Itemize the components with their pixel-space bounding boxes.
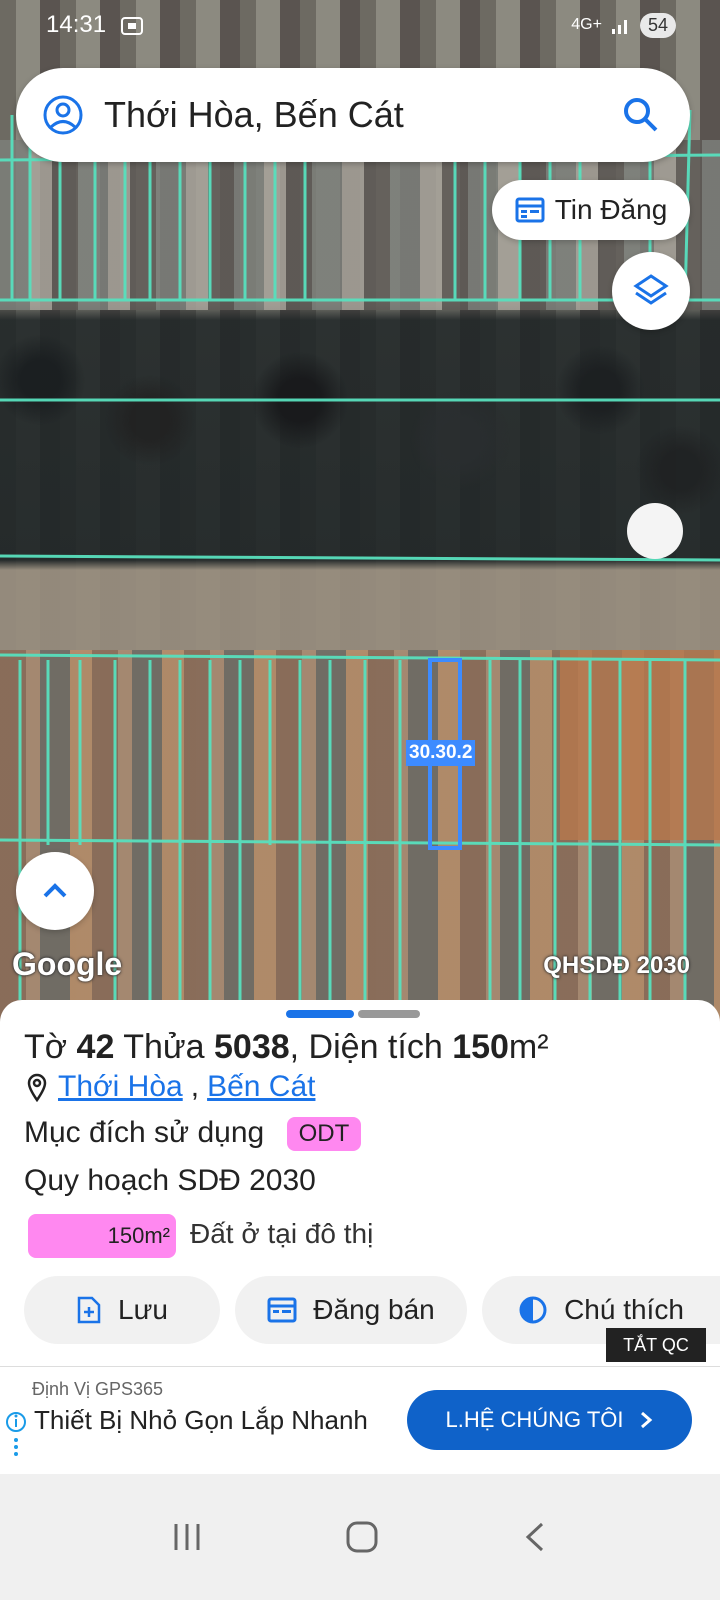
recent-apps-icon[interactable] xyxy=(170,1520,204,1554)
area-value: 150 xyxy=(452,1028,509,1066)
layers-icon xyxy=(633,274,669,305)
location-district-link[interactable]: Bến Cát xyxy=(207,1070,315,1104)
to-value: 42 xyxy=(76,1028,115,1066)
ad-banner[interactable]: Định Vị GPS365 Thiết Bị Nhỏ Gọn Lắp Nhan… xyxy=(0,1366,720,1475)
layers-button[interactable] xyxy=(612,252,690,330)
system-nav-bar xyxy=(0,1474,720,1600)
back-icon[interactable] xyxy=(520,1520,550,1554)
avatar-icon[interactable] xyxy=(42,94,84,136)
search-bar[interactable]: Thới Hòa, Bến Cát xyxy=(16,68,690,162)
to-label: Tờ xyxy=(24,1028,68,1066)
area-unit: m² xyxy=(508,1028,549,1066)
post-sale-label: Đăng bán xyxy=(313,1294,435,1325)
map-scroll-handle[interactable] xyxy=(627,503,683,559)
purpose-code-badge: ODT xyxy=(286,1117,362,1152)
plan-label: QHSDĐ 2030 xyxy=(543,952,690,979)
location-comma: , xyxy=(190,1070,200,1103)
purpose-label: Mục đích sử dụng xyxy=(24,1116,265,1149)
calendar-icon xyxy=(267,1297,297,1323)
signal-icon xyxy=(611,20,627,34)
ads-off-button[interactable]: TẮT QC xyxy=(606,1328,706,1362)
battery-indicator: 54 xyxy=(639,12,676,38)
dientich-label: , Diện tích xyxy=(289,1028,443,1066)
location-row: Thới Hòa , Bến Cát xyxy=(24,1070,315,1104)
location-ward-link[interactable]: Thới Hòa xyxy=(58,1070,183,1104)
post-sale-button[interactable]: Đăng bán xyxy=(235,1276,467,1344)
add-file-icon xyxy=(77,1296,101,1324)
sheet-handle-inactive xyxy=(358,1010,420,1018)
chevron-right-icon xyxy=(640,1411,652,1429)
chevron-up-icon xyxy=(43,883,67,898)
calendar-icon xyxy=(515,197,545,223)
thua-label: Thửa xyxy=(123,1028,205,1066)
half-circle-icon xyxy=(519,1296,547,1324)
tin-dang-button[interactable]: Tin Đăng xyxy=(492,180,690,240)
search-icon[interactable] xyxy=(622,96,660,134)
network-type: 4G+ xyxy=(571,16,602,33)
expand-button[interactable] xyxy=(16,852,94,930)
ad-cta-label: L.HỆ CHÚNG TÔI xyxy=(445,1407,624,1432)
google-logo: Google xyxy=(12,946,123,982)
info-icon[interactable] xyxy=(5,1411,27,1465)
clock: 14:31 xyxy=(46,11,107,38)
screenshot-icon xyxy=(121,17,144,35)
ad-cta-button[interactable]: L.HỆ CHÚNG TÔI xyxy=(407,1390,692,1450)
purpose-row: Mục đích sử dụng ODT xyxy=(24,1116,362,1152)
sheet-handle-active xyxy=(286,1010,354,1018)
area-badge: 150m² xyxy=(28,1214,176,1258)
area-description: Đất ở tại đô thị xyxy=(190,1218,374,1249)
tin-dang-label: Tin Đăng xyxy=(554,194,668,225)
parcel-label: 30.30.2 xyxy=(406,740,476,766)
thua-value: 5038 xyxy=(214,1028,290,1066)
plan-title: Quy hoạch SDĐ 2030 xyxy=(24,1164,316,1197)
sheet-handle[interactable] xyxy=(286,1010,420,1018)
ad-text: Thiết Bị Nhỏ Gọn Lắp Nhanh xyxy=(34,1405,368,1435)
save-button[interactable]: Lưu xyxy=(24,1276,220,1344)
parcel-summary: Tờ 42 Thửa 5038, Diện tích 150m² xyxy=(24,1028,549,1067)
pin-icon xyxy=(27,1073,47,1102)
home-icon[interactable] xyxy=(345,1520,379,1554)
ad-source: Định Vị GPS365 xyxy=(32,1379,164,1399)
status-bar: 14:31 4G+ 54 xyxy=(0,0,720,50)
search-location-title[interactable]: Thới Hòa, Bến Cát xyxy=(104,94,622,136)
legend-label: Chú thích xyxy=(564,1294,684,1325)
save-label: Lưu xyxy=(118,1294,168,1325)
